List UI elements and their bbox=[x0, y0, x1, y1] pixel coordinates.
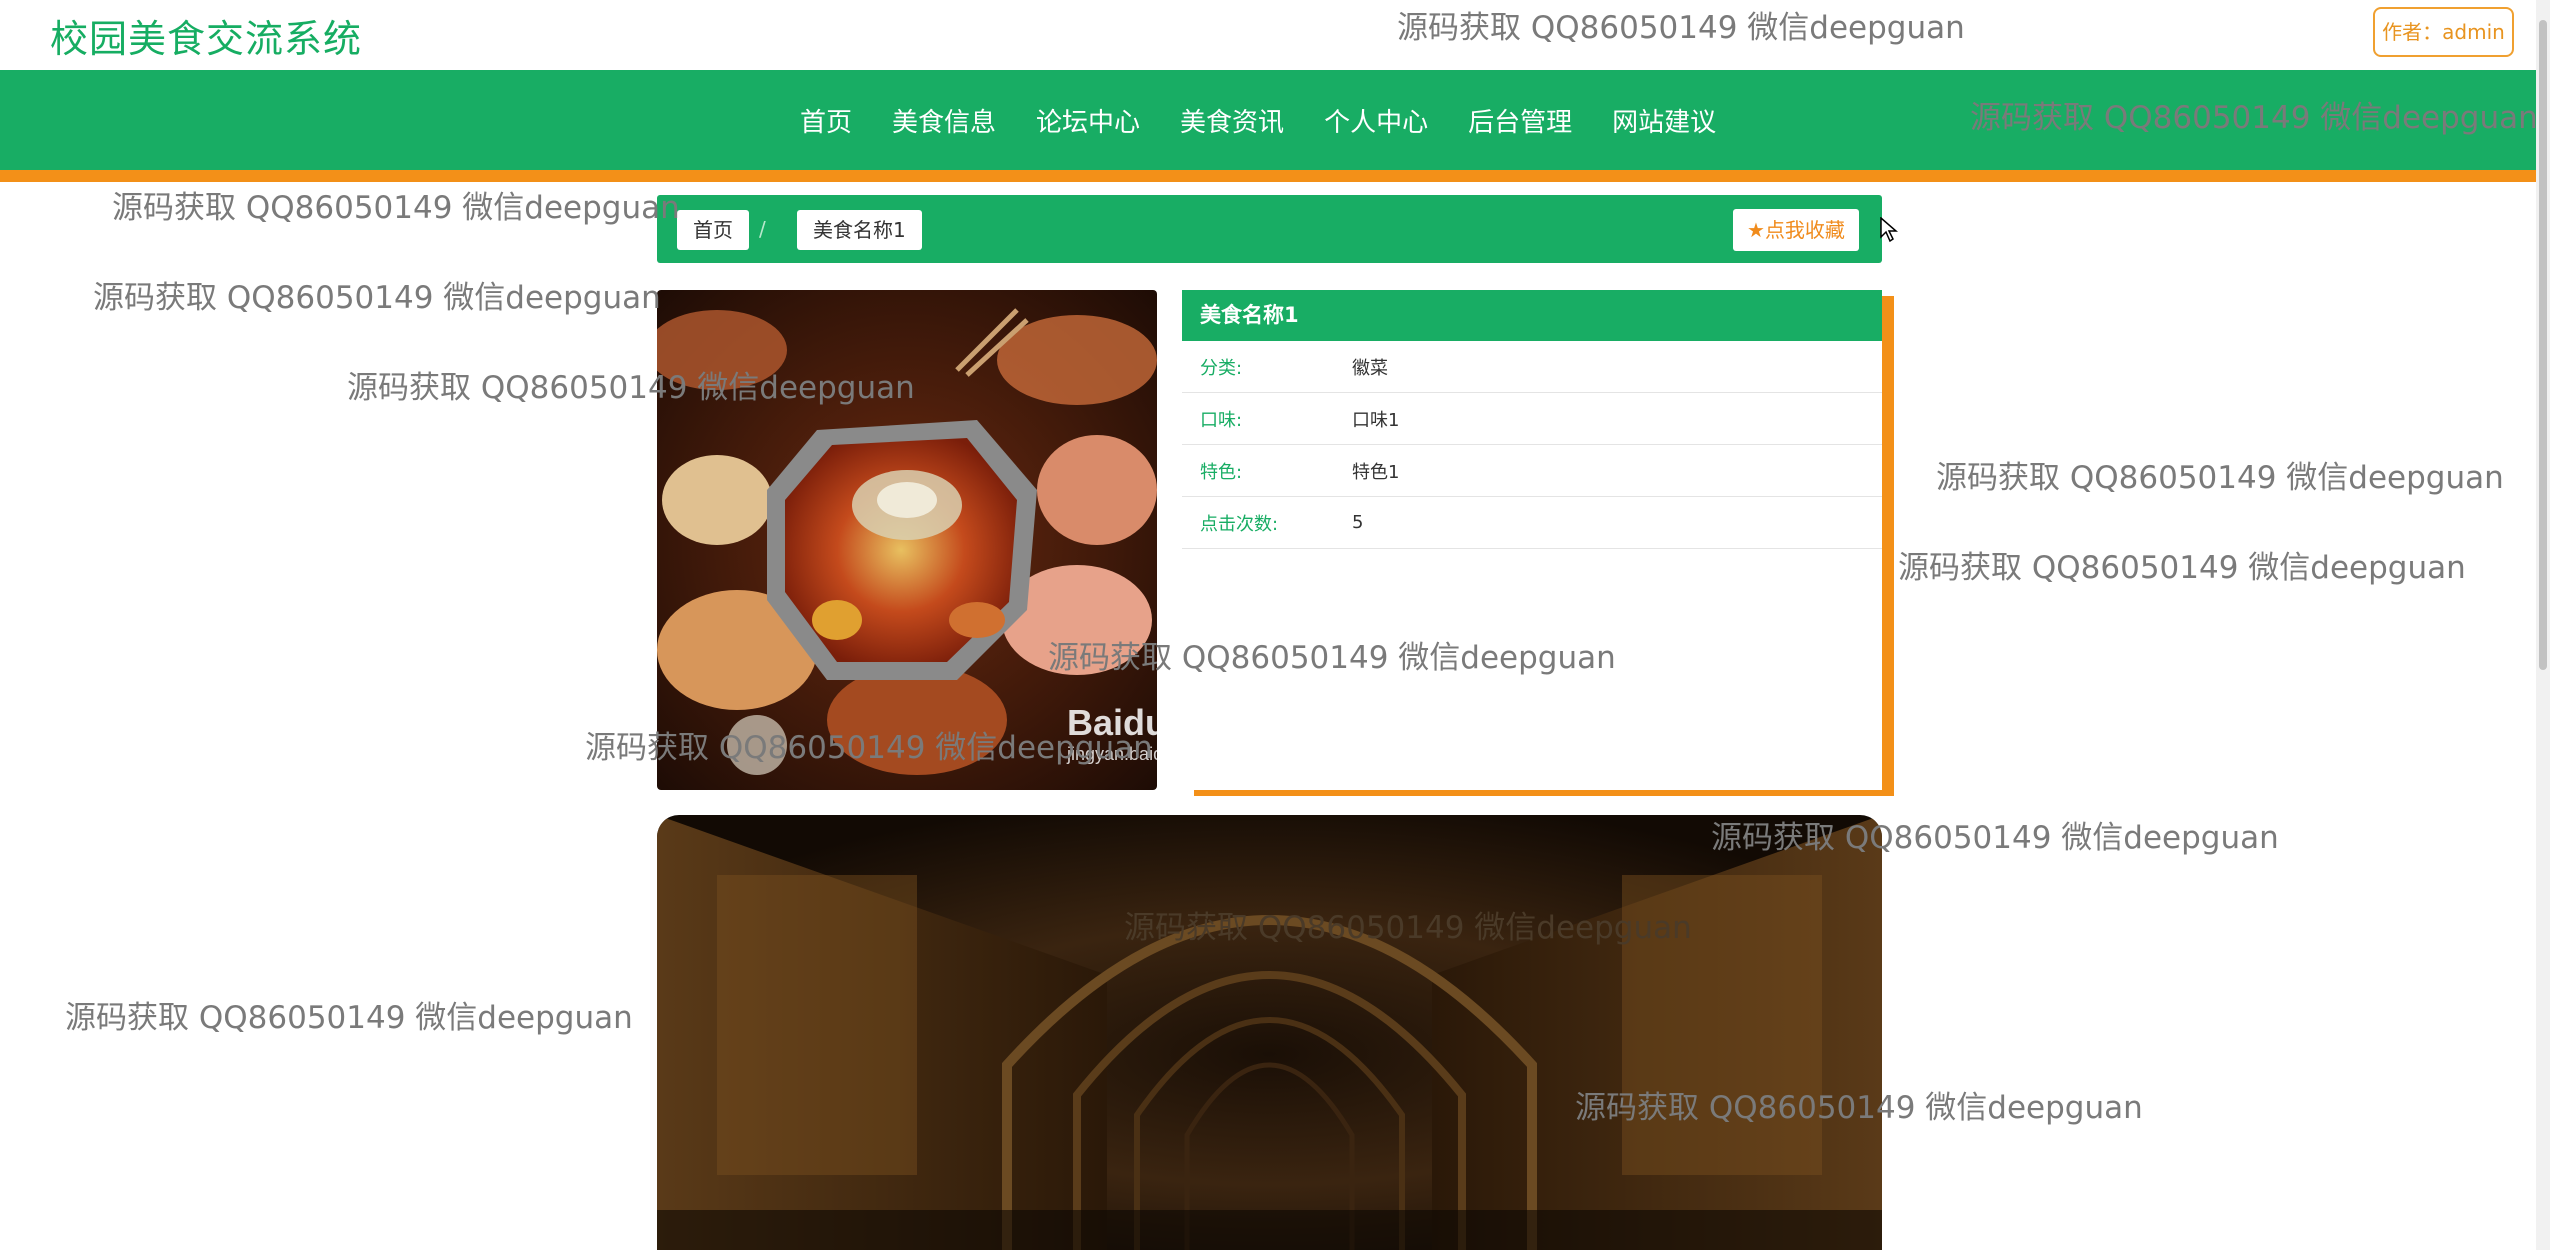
top-header: 校园美食交流系统 作者：admin bbox=[0, 0, 2536, 70]
library-banner bbox=[657, 815, 1882, 1250]
mouse-cursor-icon bbox=[1880, 216, 1899, 247]
watermark: 源码获取 QQ86050149 微信deepguan bbox=[1397, 10, 1965, 46]
scrollbar-thumb[interactable] bbox=[2539, 20, 2547, 670]
site-title[interactable]: 校园美食交流系统 bbox=[50, 8, 362, 63]
watermark: 源码获取 QQ86050149 微信deepguan bbox=[347, 370, 915, 406]
nav-item-admin[interactable]: 后台管理 bbox=[1468, 102, 1572, 139]
info-label: 口味: bbox=[1200, 409, 1243, 431]
nav-item-food-info[interactable]: 美食信息 bbox=[892, 102, 996, 139]
nav-item-profile[interactable]: 个人中心 bbox=[1324, 102, 1428, 139]
favorite-button[interactable]: ★点我收藏 bbox=[1733, 209, 1859, 251]
info-label: 点击次数: bbox=[1200, 513, 1279, 535]
nav-item-forum[interactable]: 论坛中心 bbox=[1036, 102, 1140, 139]
watermark: 源码获取 QQ86050149 微信deepguan bbox=[1898, 550, 2466, 586]
watermark: 源码获取 QQ86050149 微信deepguan bbox=[1124, 910, 1692, 946]
nav-accent-line bbox=[0, 170, 2536, 182]
info-label: 特色: bbox=[1200, 461, 1243, 483]
info-row-clicks: 点击次数: 5 bbox=[1182, 497, 1882, 549]
info-row-category: 分类: 徽菜 bbox=[1182, 341, 1882, 393]
info-row-taste: 口味: 口味1 bbox=[1182, 393, 1882, 445]
watermark: 源码获取 QQ86050149 微信deepguan bbox=[1575, 1090, 2143, 1126]
watermark: 源码获取 QQ86050149 微信deepguan bbox=[1970, 100, 2538, 136]
breadcrumb-current: 美食名称1 bbox=[797, 210, 922, 250]
info-panel: 美食名称1 分类: 徽菜 口味: 口味1 特色: 特色1 点击次数: 5 bbox=[1182, 290, 1882, 790]
breadcrumb-home[interactable]: 首页 bbox=[677, 210, 749, 250]
watermark: 源码获取 QQ86050149 微信deepguan bbox=[1936, 460, 2504, 496]
watermark: 源码获取 QQ86050149 微信deepguan bbox=[585, 730, 1153, 766]
info-row-feature: 特色: 特色1 bbox=[1182, 445, 1882, 497]
nav-item-food-news[interactable]: 美食资讯 bbox=[1180, 102, 1284, 139]
info-value: 5 bbox=[1352, 512, 1364, 533]
info-value: 特色1 bbox=[1352, 461, 1400, 483]
watermark: 源码获取 QQ86050149 微信deepguan bbox=[93, 280, 661, 316]
nav-item-suggestions[interactable]: 网站建议 bbox=[1612, 102, 1716, 139]
favorite-label: 点我收藏 bbox=[1764, 218, 1845, 242]
star-icon: ★ bbox=[1747, 218, 1765, 242]
watermark: 源码获取 QQ86050149 微信deepguan bbox=[1048, 640, 1616, 676]
food-name: 美食名称1 bbox=[1182, 290, 1882, 341]
nav-menu: 首页 美食信息 论坛中心 美食资讯 个人中心 后台管理 网站建议 bbox=[800, 70, 1756, 170]
breadcrumb: 首页 / 美食名称1 ★点我收藏 bbox=[657, 195, 1882, 263]
nav-item-home[interactable]: 首页 bbox=[800, 102, 852, 139]
watermark: 源码获取 QQ86050149 微信deepguan bbox=[1711, 820, 2279, 856]
author-button[interactable]: 作者：admin bbox=[2373, 7, 2514, 57]
info-label: 分类: bbox=[1200, 357, 1243, 379]
breadcrumb-separator: / bbox=[759, 217, 766, 241]
info-value: 徽菜 bbox=[1352, 357, 1388, 379]
watermark: 源码获取 QQ86050149 微信deepguan bbox=[65, 1000, 633, 1036]
watermark: 源码获取 QQ86050149 微信deepguan bbox=[112, 190, 680, 226]
info-value: 口味1 bbox=[1352, 409, 1400, 431]
